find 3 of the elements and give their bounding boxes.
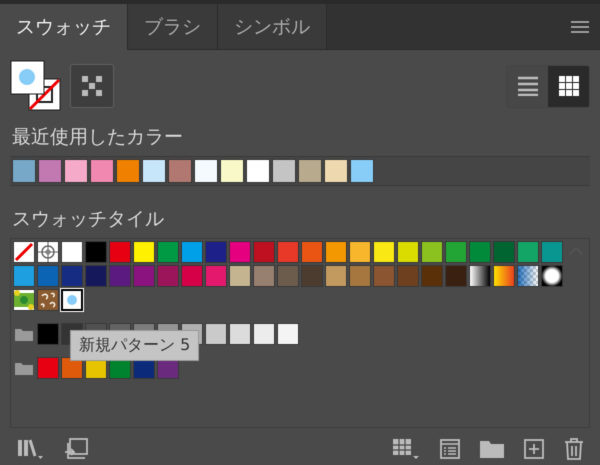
tooltip: 新規パターン 5 bbox=[70, 330, 200, 361]
section-title: スウォッチタイル bbox=[11, 207, 165, 232]
section-title: 最近使用したカラー bbox=[11, 125, 184, 150]
